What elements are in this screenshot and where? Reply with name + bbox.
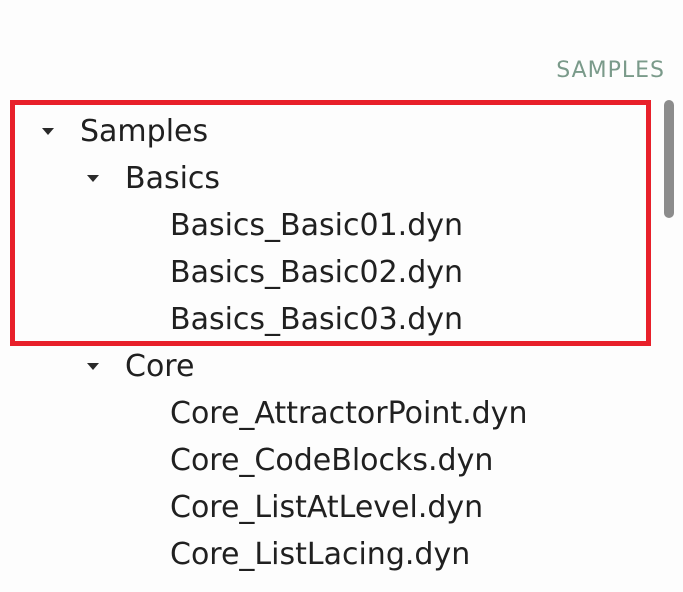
tree-node-label: Samples: [80, 114, 209, 149]
vertical-scrollbar[interactable]: [664, 100, 674, 592]
tree-node-basics[interactable]: Basics: [0, 155, 655, 202]
tree-file-core-attractorpoint[interactable]: Core_AttractorPoint.dyn: [0, 390, 655, 437]
tree-file-label: Basics_Basic03.dyn: [170, 302, 463, 337]
tree-file-label: Core_ListAtLevel.dyn: [170, 490, 484, 525]
tree-file-core-listlacing[interactable]: Core_ListLacing.dyn: [0, 531, 655, 578]
tree-file-basics-basic02[interactable]: Basics_Basic02.dyn: [0, 249, 655, 296]
samples-tree: Samples Basics Basics_Basic01.dyn Basics…: [0, 108, 655, 578]
tree-file-core-codeblocks[interactable]: Core_CodeBlocks.dyn: [0, 437, 655, 484]
caret-down-icon[interactable]: [42, 128, 54, 135]
tree-node-core[interactable]: Core: [0, 343, 655, 390]
tree-file-label: Basics_Basic02.dyn: [170, 255, 463, 290]
scrollbar-thumb[interactable]: [664, 100, 674, 218]
tree-file-label: Basics_Basic01.dyn: [170, 208, 463, 243]
tree-node-label: Basics: [125, 161, 221, 196]
caret-down-icon[interactable]: [87, 363, 99, 370]
tree-file-core-listatlevel[interactable]: Core_ListAtLevel.dyn: [0, 484, 655, 531]
tree-file-basics-basic03[interactable]: Basics_Basic03.dyn: [0, 296, 655, 343]
panel-header: SAMPLES: [556, 58, 665, 83]
tree-file-label: Core_ListLacing.dyn: [170, 537, 471, 572]
caret-down-icon[interactable]: [87, 175, 99, 182]
tree-file-basics-basic01[interactable]: Basics_Basic01.dyn: [0, 202, 655, 249]
tree-file-label: Core_CodeBlocks.dyn: [170, 443, 494, 478]
tree-file-label: Core_AttractorPoint.dyn: [170, 396, 528, 431]
tree-node-samples[interactable]: Samples: [0, 108, 655, 155]
tree-node-label: Core: [125, 349, 195, 384]
